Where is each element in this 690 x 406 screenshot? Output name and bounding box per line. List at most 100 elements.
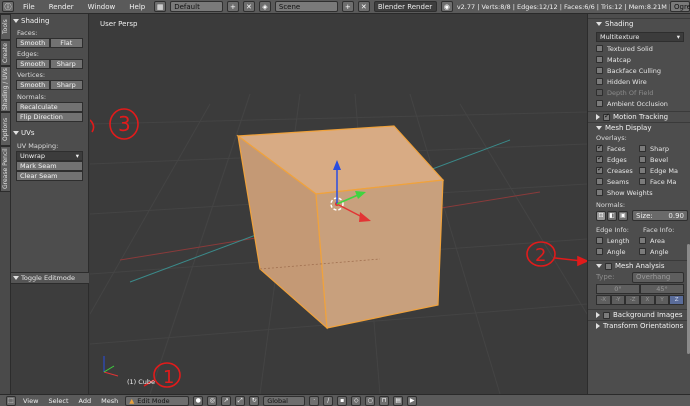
checkbox[interactable]	[596, 165, 603, 174]
checkbox-row[interactable]: Seams	[588, 176, 639, 187]
motion-tracking-checkbox[interactable]	[603, 112, 610, 121]
edge-length-row[interactable]: Length	[588, 235, 639, 246]
checkbox[interactable]	[639, 145, 646, 152]
checkbox[interactable]	[596, 100, 603, 107]
motion-tracking-header[interactable]: Motion Tracking	[588, 111, 690, 122]
axis-y-button[interactable]: Y	[654, 295, 670, 305]
checkbox[interactable]	[596, 45, 603, 52]
axis-neg-z-button[interactable]: -Z	[625, 295, 641, 305]
mesh-analysis-checkbox[interactable]	[605, 262, 612, 270]
checkbox[interactable]	[596, 89, 603, 96]
checkbox-row[interactable]: Matcap	[588, 54, 690, 65]
screen-layout-icon[interactable]: ▦	[154, 1, 167, 12]
range-max-field[interactable]: 45°	[640, 284, 684, 294]
menu-view[interactable]: View	[20, 397, 41, 405]
background-images-checkbox[interactable]	[603, 311, 610, 319]
recalculate-button[interactable]: Recalculate	[16, 102, 83, 112]
checkbox[interactable]	[596, 154, 603, 163]
face-angle-row[interactable]: Angle	[639, 246, 690, 257]
vertices-sharp-button[interactable]: Sharp	[49, 80, 83, 90]
faces-flat-button[interactable]: Flat	[49, 38, 83, 48]
checkbox[interactable]	[639, 156, 646, 163]
checkbox-row[interactable]: Depth Of Field	[588, 87, 690, 98]
tab-grease-pencil[interactable]: Grease Pencil	[0, 146, 11, 192]
checkbox-row[interactable]: Faces	[588, 143, 639, 154]
vertices-smooth-button[interactable]: Smooth	[16, 80, 50, 90]
render-engine-select[interactable]: Blender Render	[373, 1, 437, 12]
shading-mode-select[interactable]: Multitexture ▾	[596, 32, 684, 42]
add-layout-icon[interactable]: +	[226, 1, 239, 12]
loop-normal-icon[interactable]: ◧	[607, 210, 617, 221]
tab-options[interactable]: Options	[0, 112, 11, 146]
checkbox[interactable]	[596, 67, 603, 74]
mode-select[interactable]: ▲ Edit Mode	[125, 395, 190, 406]
scene-icon[interactable]: ◈	[258, 1, 271, 12]
checkbox-row[interactable]: Face Ma	[639, 176, 690, 187]
menu-select[interactable]: Select	[45, 397, 71, 405]
edge-angle-checkbox[interactable]	[596, 248, 603, 255]
checkbox-row[interactable]: Hidden Wire	[588, 76, 690, 87]
checkbox[interactable]	[596, 143, 603, 152]
transform-orientation-select[interactable]: Global	[263, 395, 306, 406]
scene-field[interactable]: Scene	[274, 1, 338, 12]
delete-scene-icon[interactable]: ✕	[357, 1, 370, 12]
3d-viewport[interactable]: 3 2 1 User Persp (1) Cube	[90, 14, 587, 394]
checkbox-row[interactable]: Edge Ma	[639, 165, 690, 176]
screen-layout-field[interactable]: Default	[170, 1, 223, 12]
edge-length-checkbox[interactable]	[596, 237, 603, 244]
menu-mesh[interactable]: Mesh	[98, 397, 121, 405]
background-images-header[interactable]: Background Images	[588, 309, 690, 320]
edge-angle-row[interactable]: Angle	[588, 246, 639, 257]
checkbox-row[interactable]: Edges	[588, 154, 639, 165]
menu-render[interactable]: Render	[44, 3, 79, 11]
shading-panel-header[interactable]: Shading	[11, 16, 88, 26]
vertex-normal-icon[interactable]: ⊡	[596, 210, 606, 221]
axis-neg-y-button[interactable]: -Y	[610, 295, 626, 305]
pivot-point-icon[interactable]: ◎	[207, 395, 218, 406]
edge-select-icon[interactable]: /	[323, 395, 334, 406]
clear-seam-button[interactable]: Clear Seam	[16, 171, 83, 181]
shading-solid-icon[interactable]: ●	[193, 395, 204, 406]
face-select-icon[interactable]: ▪	[337, 395, 348, 406]
rotate-icon[interactable]: ↻	[249, 395, 260, 406]
checkbox-row[interactable]: Creases	[588, 165, 639, 176]
checkbox[interactable]	[596, 78, 603, 85]
axis-z-button[interactable]: Z	[669, 295, 685, 305]
checkbox-row[interactable]: Sharp	[639, 143, 690, 154]
edges-sharp-button[interactable]: Sharp	[49, 59, 83, 69]
snap-icon[interactable]: ⊓	[379, 395, 390, 406]
transform-orientations-header[interactable]: Transform Orientations	[588, 320, 690, 331]
snap-element-icon[interactable]: ▤	[393, 395, 404, 406]
translate-icon[interactable]: ⤢	[235, 395, 246, 406]
checkbox[interactable]	[596, 56, 603, 63]
edges-smooth-button[interactable]: Smooth	[16, 59, 50, 69]
menu-help[interactable]: Help	[124, 3, 150, 11]
proportional-edit-icon[interactable]: ○	[365, 395, 376, 406]
shading-panel-header[interactable]: Shading	[588, 18, 690, 29]
range-min-field[interactable]: 0°	[596, 284, 640, 294]
checkbox-row[interactable]: Textured Solid	[588, 43, 690, 54]
axis-neg-x-button[interactable]: -X	[596, 295, 611, 305]
face-normal-icon[interactable]: ▣	[618, 210, 628, 221]
axis-x-button[interactable]: X	[640, 295, 655, 305]
delete-layout-icon[interactable]: ✕	[242, 1, 255, 12]
checkbox-row[interactable]: Ambient Occlusion	[588, 98, 690, 109]
mesh-analysis-header[interactable]: Mesh Analysis	[588, 260, 690, 271]
checkbox-row[interactable]: Bevel	[639, 154, 690, 165]
ogre-field[interactable]: Ogre	[670, 1, 690, 12]
normal-size-field[interactable]: Size: 0.90	[632, 210, 688, 221]
tab-tools[interactable]: Tools	[0, 14, 11, 40]
face-area-checkbox[interactable]	[639, 237, 646, 244]
tab-shading-uvs[interactable]: Shading / UVs	[0, 66, 11, 112]
vertex-select-icon[interactable]: ·	[309, 395, 320, 406]
limit-selection-icon[interactable]: ◇	[351, 395, 362, 406]
tab-create[interactable]: Create	[0, 40, 11, 66]
mesh-display-header[interactable]: Mesh Display	[588, 122, 690, 133]
cube-right-face[interactable]	[315, 179, 444, 329]
checkbox[interactable]	[639, 178, 646, 185]
checkbox[interactable]	[639, 167, 646, 174]
menu-add[interactable]: Add	[76, 397, 95, 405]
operator-panel-header[interactable]: Toggle Editmode	[11, 272, 89, 284]
add-scene-icon[interactable]: +	[341, 1, 354, 12]
menu-file[interactable]: File	[18, 3, 40, 11]
